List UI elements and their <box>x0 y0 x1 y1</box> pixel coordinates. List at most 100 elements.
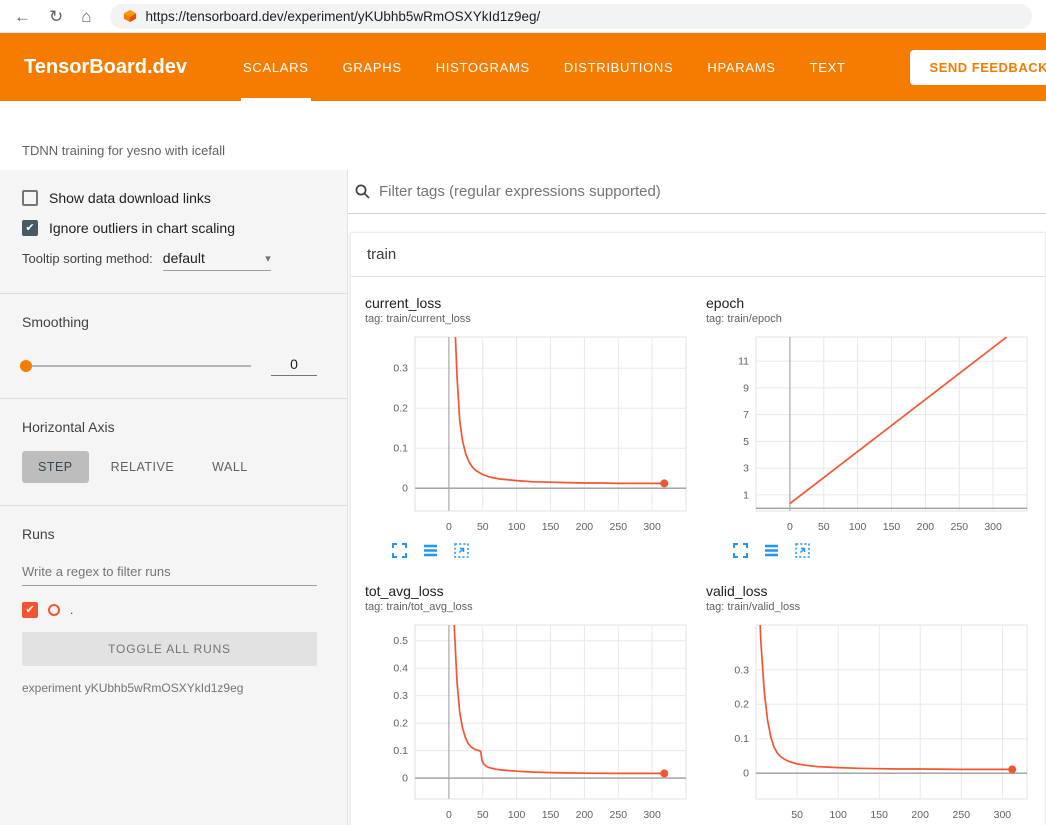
svg-text:0.3: 0.3 <box>393 690 408 702</box>
chart-card: valid_loss tag: train/valid_loss 5010015… <box>706 569 1041 825</box>
svg-text:300: 300 <box>643 809 661 821</box>
svg-text:0: 0 <box>446 809 452 821</box>
toggle-runs-list-icon[interactable] <box>763 542 780 559</box>
main-area: train current_loss tag: train/current_lo… <box>348 170 1046 825</box>
experiment-title-band: TDNN training for yesno with icefall <box>0 101 1046 170</box>
toggle-all-runs-button[interactable]: TOGGLE ALL RUNS <box>22 632 317 666</box>
tab-graphs[interactable]: GRAPHS <box>341 33 404 101</box>
run-name: . <box>70 603 73 617</box>
svg-text:0.2: 0.2 <box>393 403 408 415</box>
tab-histograms[interactable]: HISTOGRAMS <box>434 33 532 101</box>
smoothing-section: Smoothing 0 <box>0 294 347 398</box>
chart-title: tot_avg_loss <box>365 583 700 599</box>
svg-text:200: 200 <box>917 521 935 533</box>
chart-plot: 0501001502002503001357911 <box>706 331 1040 537</box>
filter-tags-row <box>348 170 1046 214</box>
chart-card: epoch tag: train/epoch 05010015020025030… <box>706 281 1041 559</box>
tab-hparams[interactable]: HPARAMS <box>705 33 777 101</box>
svg-text:200: 200 <box>576 809 594 821</box>
fit-domain-icon[interactable] <box>453 542 470 559</box>
svg-text:3: 3 <box>743 463 749 475</box>
back-icon[interactable]: ← <box>14 8 31 25</box>
filter-tags-input[interactable] <box>379 183 1046 200</box>
tensorboard-logo: TensorBoard.dev <box>24 56 187 79</box>
home-icon[interactable]: ⌂ <box>81 8 91 25</box>
svg-text:9: 9 <box>743 382 749 394</box>
tab-distributions[interactable]: DISTRIBUTIONS <box>562 33 676 101</box>
run-checkbox[interactable] <box>22 602 38 618</box>
run-color-swatch <box>48 604 60 616</box>
svg-text:0.2: 0.2 <box>734 699 749 711</box>
url-text: https://tensorboard.dev/experiment/yKUbh… <box>146 9 541 24</box>
tensorboard-favicon <box>123 9 137 23</box>
experiment-note: experiment yKUbhb5wRmOSXYkId1z9eg <box>22 681 317 695</box>
svg-text:100: 100 <box>829 809 847 821</box>
chart-tag: tag: train/tot_avg_loss <box>365 601 700 613</box>
show-download-links-checkbox[interactable] <box>22 190 38 206</box>
svg-text:0.4: 0.4 <box>393 663 408 675</box>
svg-text:50: 50 <box>477 521 489 533</box>
svg-text:0.3: 0.3 <box>393 363 408 375</box>
svg-text:150: 150 <box>870 809 888 821</box>
svg-text:0.1: 0.1 <box>393 745 408 757</box>
reload-icon[interactable]: ↻ <box>49 8 63 25</box>
axis-relative-button[interactable]: RELATIVE <box>95 451 191 483</box>
chart-tag: tag: train/epoch <box>706 313 1041 325</box>
train-section-header[interactable]: train <box>351 233 1045 277</box>
tab-scalars[interactable]: SCALARS <box>241 33 311 101</box>
nav-tabs: SCALARS GRAPHS HISTOGRAMS DISTRIBUTIONS … <box>241 33 848 101</box>
expand-chart-icon[interactable] <box>391 542 408 559</box>
smoothing-slider[interactable] <box>22 365 251 367</box>
runs-filter-input[interactable] <box>22 558 317 586</box>
svg-text:5: 5 <box>743 436 749 448</box>
chart-plot: 5010015020025030000.10.20.3 <box>706 619 1040 825</box>
svg-text:300: 300 <box>643 521 661 533</box>
smoothing-value-field[interactable]: 0 <box>271 356 317 376</box>
chart-title: current_loss <box>365 295 700 311</box>
svg-text:11: 11 <box>738 356 749 368</box>
chart-tag: tag: train/current_loss <box>365 313 700 325</box>
send-feedback-button[interactable]: SEND FEEDBACK <box>910 50 1046 85</box>
svg-text:0.5: 0.5 <box>393 635 408 647</box>
svg-text:300: 300 <box>994 809 1012 821</box>
content: Show data download links Ignore outliers… <box>0 170 1046 825</box>
svg-text:0.3: 0.3 <box>734 664 749 676</box>
run-row: . <box>22 602 317 618</box>
svg-text:50: 50 <box>791 809 803 821</box>
svg-text:200: 200 <box>576 521 594 533</box>
svg-text:150: 150 <box>542 809 560 821</box>
show-download-links-label: Show data download links <box>49 190 211 206</box>
train-section-card: train current_loss tag: train/current_lo… <box>350 232 1046 825</box>
smoothing-slider-thumb[interactable] <box>20 360 32 372</box>
expand-chart-icon[interactable] <box>732 542 749 559</box>
chevron-down-icon: ▾ <box>265 252 271 265</box>
address-bar[interactable]: https://tensorboard.dev/experiment/yKUbh… <box>110 4 1032 29</box>
chart-toolbar <box>391 542 700 559</box>
svg-text:150: 150 <box>542 521 560 533</box>
svg-text:50: 50 <box>477 809 489 821</box>
general-settings-section: Show data download links Ignore outliers… <box>0 170 347 293</box>
chart-plot: 05010015020025030000.10.20.30.40.5 <box>365 619 699 825</box>
svg-text:0: 0 <box>743 768 749 780</box>
axis-step-button[interactable]: STEP <box>22 451 89 483</box>
svg-text:250: 250 <box>953 809 971 821</box>
svg-text:100: 100 <box>849 521 867 533</box>
runs-section: Runs . TOGGLE ALL RUNS experiment yKUbhb… <box>0 506 347 717</box>
toggle-runs-list-icon[interactable] <box>422 542 439 559</box>
browser-bar: ← ↻ ⌂ https://tensorboard.dev/experiment… <box>0 0 1046 33</box>
svg-text:150: 150 <box>883 521 901 533</box>
experiment-title: TDNN training for yesno with icefall <box>22 143 225 158</box>
search-icon <box>354 183 371 200</box>
svg-text:200: 200 <box>911 809 929 821</box>
runs-label: Runs <box>22 526 317 542</box>
tab-text[interactable]: TEXT <box>808 33 848 101</box>
tooltip-sorting-dropdown[interactable]: default ▾ <box>163 250 271 271</box>
fit-domain-icon[interactable] <box>794 542 811 559</box>
chart-tag: tag: train/valid_loss <box>706 601 1041 613</box>
chart-plot: 05010015020025030000.10.20.3 <box>365 331 699 537</box>
ignore-outliers-checkbox[interactable] <box>22 220 38 236</box>
tooltip-sorting-label: Tooltip sorting method: <box>22 251 153 266</box>
chart-toolbar <box>732 542 1041 559</box>
axis-wall-button[interactable]: WALL <box>196 451 264 483</box>
svg-text:0.2: 0.2 <box>393 718 408 730</box>
